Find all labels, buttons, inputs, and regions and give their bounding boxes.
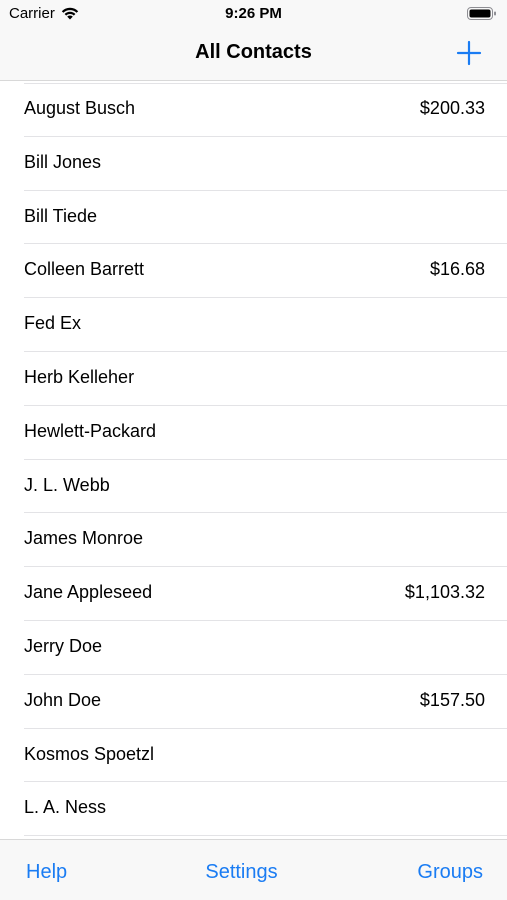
battery-icon [467, 6, 497, 22]
contact-row[interactable]: L. A. Ness [24, 782, 507, 837]
contact-name: John Doe [24, 689, 102, 710]
add-contact-button[interactable] [455, 39, 483, 67]
contact-name: Kosmos Spoetzl [24, 743, 155, 764]
groups-button[interactable]: Groups [417, 861, 483, 884]
contact-name: Bill Jones [24, 151, 102, 172]
settings-button[interactable]: Settings [0, 861, 483, 884]
contact-row[interactable]: Jane Appleseed $1,103.32 [24, 567, 507, 621]
contact-name: Bill Tiede [24, 205, 98, 226]
status-time: 9:26 PM [225, 5, 282, 22]
contact-amount: $1,103.32 [404, 582, 485, 603]
contact-name: August Busch [24, 98, 136, 118]
contact-name: James Monroe [24, 528, 144, 549]
contact-row[interactable]: Herb Kelleher [24, 352, 507, 406]
contact-row[interactable]: James Monroe [24, 513, 507, 568]
contact-name: Jane Appleseed [24, 582, 153, 603]
navigation-bar: All Contacts [0, 28, 507, 81]
contact-row[interactable]: Kosmos Spoetzl [24, 729, 507, 783]
contact-name: Colleen Barrett [24, 259, 145, 280]
contact-row[interactable]: Bill Jones [24, 137, 507, 191]
contact-row[interactable]: Colleen Barrett $16.68 [24, 244, 507, 299]
contact-name: J. L. Webb [24, 474, 110, 495]
contact-row[interactable]: August Busch $200.33 [24, 83, 507, 137]
contact-name: Jerry Doe [24, 635, 103, 656]
contact-row[interactable]: Bill Tiede [24, 191, 507, 245]
contact-name: Hewlett-Packard [24, 420, 157, 441]
contact-amount: $157.50 [419, 689, 485, 710]
contact-amount: $16.68 [429, 259, 485, 280]
plus-icon[interactable] [455, 39, 483, 67]
page-title: All Contacts [195, 41, 312, 63]
contacts-list[interactable]: August Busch $200.33 Bill Jones Bill Tie… [0, 83, 507, 839]
contact-row[interactable]: Fed Ex [24, 298, 507, 352]
contact-row[interactable]: J. L. Webb [24, 460, 507, 514]
contact-name: Fed Ex [24, 313, 82, 334]
contact-name: L. A. Ness [24, 797, 107, 818]
bottom-toolbar: Help Settings Groups [0, 839, 507, 900]
contact-row[interactable]: Hewlett-Packard [24, 406, 507, 460]
contact-row[interactable]: John Doe $157.50 [24, 675, 507, 729]
contact-amount: $200.33 [419, 98, 485, 118]
contact-name: Herb Kelleher [24, 366, 135, 387]
status-bar: Carrier 9:26 PM [0, 0, 507, 28]
contact-row[interactable]: Jerry Doe [24, 621, 507, 675]
